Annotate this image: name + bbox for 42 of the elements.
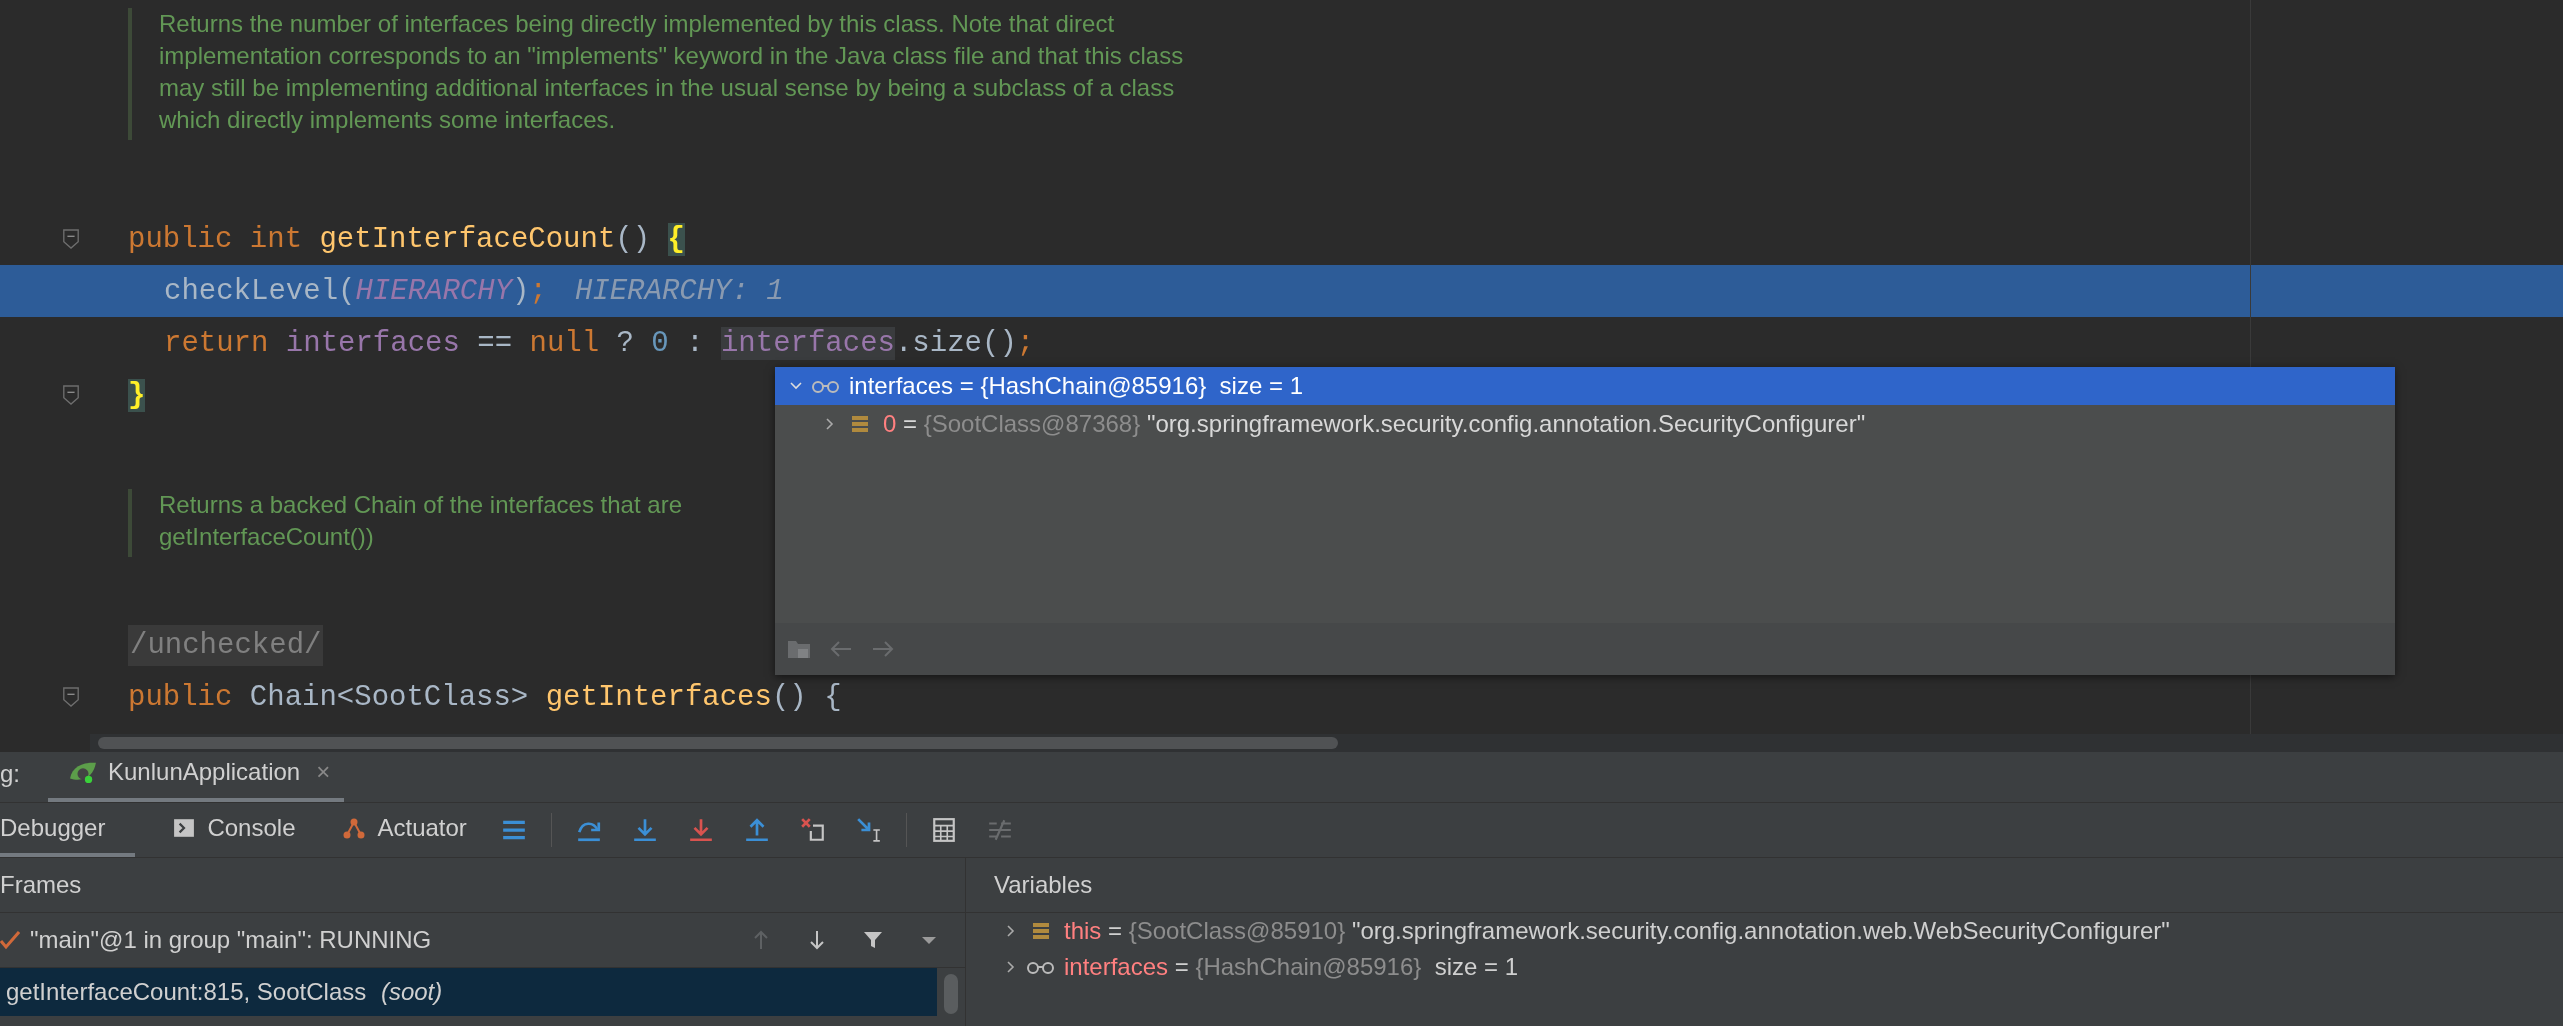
- code-line: return interfaces == null ? 0 : interfaces.size();: [163, 326, 1035, 360]
- network-icon: [343, 817, 366, 839]
- force-step-into-icon[interactable]: [687, 817, 714, 843]
- variable-entry[interactable]: this = {SootClass@85910} "org.springframework.security.config.annotation.web.WebSecurityConfigurer": [1064, 917, 2170, 945]
- variable-entry[interactable]: interfaces = {HashChain@85916} size = 1: [1064, 953, 1518, 981]
- code-line: public Chain<SootClass> getInterfaces() {: [128, 680, 842, 714]
- leaf-icon: [68, 760, 98, 784]
- variable-entry[interactable]: 0 = {SootClass@87368} "org.springframework.security.config.annotation.SecurityConfigurer": [883, 410, 1866, 438]
- thread-selector[interactable]: "main"@1 in group "main": RUNNING: [30, 926, 741, 954]
- field-icon: [851, 415, 869, 433]
- fold-icon[interactable]: [62, 229, 80, 249]
- fold-icon[interactable]: [62, 687, 80, 707]
- folder-icon[interactable]: [787, 638, 811, 660]
- calculator-icon[interactable]: [930, 817, 957, 843]
- scrollbar-thumb[interactable]: [98, 737, 1338, 749]
- field-icon: [1032, 922, 1050, 940]
- doc-comment: Returns the number of interfaces being directly implemented by this class. Note that direct implementation corresponds to an "implements" keyword in the Java class file and that this class may still be implementing additional interfaces in the usual sense by being a subclass of a class which directly implements some interfaces.: [128, 8, 2563, 140]
- console-icon: [173, 817, 196, 839]
- glasses-icon: [1026, 960, 1056, 974]
- drop-frame-icon[interactable]: [799, 817, 826, 843]
- step-out-icon[interactable]: [743, 817, 770, 843]
- code-line: checkLevel(HIERARCHY); HIERARCHY: 1: [163, 274, 784, 308]
- pane-title: Frames: [0, 871, 82, 899]
- panel-tab[interactable]: Actuator: [323, 803, 477, 857]
- stack-frame[interactable]: getInterfaceCount:815, SootClass (soot): [0, 968, 937, 1016]
- panel-label: g:: [0, 760, 21, 789]
- panel-tab[interactable]: Console: [153, 803, 306, 857]
- code-line: public int getInterfaceCount() {: [128, 222, 685, 256]
- step-into-icon[interactable]: [631, 817, 658, 843]
- down-arrow-icon[interactable]: [807, 930, 827, 950]
- session-tab[interactable]: KunlunApplication ×: [48, 758, 345, 802]
- code-editor[interactable]: [0, 0, 2563, 752]
- fold-icon[interactable]: [62, 385, 80, 405]
- checkmark-icon: [0, 930, 20, 950]
- filter-icon[interactable]: [863, 930, 883, 950]
- annotation-text: /unchecked/: [128, 624, 324, 666]
- glasses-icon: [811, 379, 841, 393]
- list-icon[interactable]: [986, 817, 1013, 843]
- scrollbar-thumb[interactable]: [944, 974, 958, 1014]
- panel-tab[interactable]: Debugger: [0, 803, 136, 857]
- run-to-cursor-icon[interactable]: [855, 817, 882, 843]
- pane-title: Variables: [994, 871, 1093, 899]
